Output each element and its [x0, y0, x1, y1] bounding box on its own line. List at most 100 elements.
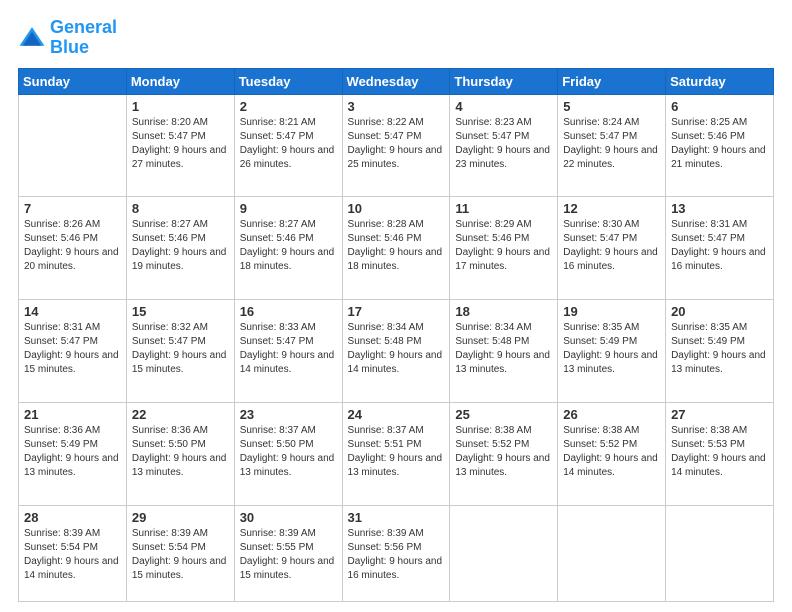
day-info: Sunrise: 8:39 AMSunset: 5:55 PMDaylight:… — [240, 527, 337, 583]
day-number: 15 — [132, 304, 229, 319]
day-number: 18 — [455, 304, 552, 319]
header: General Blue — [18, 18, 774, 58]
weekday-header-friday: Friday — [558, 68, 666, 94]
day-number: 4 — [455, 99, 552, 114]
day-number: 10 — [348, 201, 445, 216]
day-number: 23 — [240, 407, 337, 422]
calendar-cell: 13 Sunrise: 8:31 AMSunset: 5:47 PMDayligh… — [666, 197, 774, 300]
day-number: 6 — [671, 99, 768, 114]
logo: General Blue — [18, 18, 117, 58]
calendar-cell: 18 Sunrise: 8:34 AMSunset: 5:48 PMDayligh… — [450, 300, 558, 403]
day-info: Sunrise: 8:29 AMSunset: 5:46 PMDaylight:… — [455, 218, 552, 274]
calendar-cell: 27 Sunrise: 8:38 AMSunset: 5:53 PMDayligh… — [666, 403, 774, 506]
calendar-cell: 8 Sunrise: 8:27 AMSunset: 5:46 PMDaylight… — [126, 197, 234, 300]
calendar-cell: 31 Sunrise: 8:39 AMSunset: 5:56 PMDayligh… — [342, 506, 450, 602]
day-info: Sunrise: 8:39 AMSunset: 5:54 PMDaylight:… — [132, 527, 229, 583]
calendar-cell — [666, 506, 774, 602]
calendar-cell — [558, 506, 666, 602]
calendar-cell: 1Sunrise: 8:20 AMSunset: 5:47 PMDaylight… — [126, 94, 234, 197]
day-number: 30 — [240, 510, 337, 525]
calendar-cell: 9 Sunrise: 8:27 AMSunset: 5:46 PMDaylight… — [234, 197, 342, 300]
day-number: 26 — [563, 407, 660, 422]
day-number: 31 — [348, 510, 445, 525]
day-number: 27 — [671, 407, 768, 422]
day-info: Sunrise: 8:31 AMSunset: 5:47 PMDaylight:… — [671, 218, 768, 274]
day-number: 1 — [132, 99, 229, 114]
weekday-header-saturday: Saturday — [666, 68, 774, 94]
calendar-cell: 15Sunrise: 8:32 AMSunset: 5:47 PMDayligh… — [126, 300, 234, 403]
day-info: Sunrise: 8:22 AMSunset: 5:47 PMDaylight:… — [348, 116, 445, 172]
day-info: Sunrise: 8:36 AMSunset: 5:49 PMDaylight:… — [24, 424, 121, 480]
calendar-cell: 21Sunrise: 8:36 AMSunset: 5:49 PMDayligh… — [19, 403, 127, 506]
calendar-cell: 11 Sunrise: 8:29 AMSunset: 5:46 PMDayligh… — [450, 197, 558, 300]
day-number: 17 — [348, 304, 445, 319]
day-number: 9 — [240, 201, 337, 216]
calendar-cell: 16 Sunrise: 8:33 AMSunset: 5:47 PMDayligh… — [234, 300, 342, 403]
day-info: Sunrise: 8:27 AMSunset: 5:46 PMDaylight:… — [240, 218, 337, 274]
day-info: Sunrise: 8:33 AMSunset: 5:47 PMDaylight:… — [240, 321, 337, 377]
day-info: Sunrise: 8:37 AMSunset: 5:51 PMDaylight:… — [348, 424, 445, 480]
calendar-cell: 12Sunrise: 8:30 AMSunset: 5:47 PMDayligh… — [558, 197, 666, 300]
calendar-cell: 28 Sunrise: 8:39 AMSunset: 5:54 PMDayligh… — [19, 506, 127, 602]
day-info: Sunrise: 8:23 AMSunset: 5:47 PMDaylight:… — [455, 116, 552, 172]
calendar-cell: 14Sunrise: 8:31 AMSunset: 5:47 PMDayligh… — [19, 300, 127, 403]
day-info: Sunrise: 8:38 AMSunset: 5:52 PMDaylight:… — [455, 424, 552, 480]
day-info: Sunrise: 8:26 AMSunset: 5:46 PMDaylight:… — [24, 218, 121, 274]
day-number: 11 — [455, 201, 552, 216]
week-row-1: 7 Sunrise: 8:26 AMSunset: 5:46 PMDaylight… — [19, 197, 774, 300]
day-info: Sunrise: 8:24 AMSunset: 5:47 PMDaylight:… — [563, 116, 660, 172]
day-info: Sunrise: 8:27 AMSunset: 5:46 PMDaylight:… — [132, 218, 229, 274]
weekday-header-row: SundayMondayTuesdayWednesdayThursdayFrid… — [19, 68, 774, 94]
day-info: Sunrise: 8:36 AMSunset: 5:50 PMDaylight:… — [132, 424, 229, 480]
calendar-cell: 3Sunrise: 8:22 AMSunset: 5:47 PMDaylight… — [342, 94, 450, 197]
calendar-cell: 20Sunrise: 8:35 AMSunset: 5:49 PMDayligh… — [666, 300, 774, 403]
calendar-cell: 25 Sunrise: 8:38 AMSunset: 5:52 PMDayligh… — [450, 403, 558, 506]
day-info: Sunrise: 8:25 AMSunset: 5:46 PMDaylight:… — [671, 116, 768, 172]
day-number: 12 — [563, 201, 660, 216]
calendar-cell: 4 Sunrise: 8:23 AMSunset: 5:47 PMDaylight… — [450, 94, 558, 197]
calendar-cell: 7 Sunrise: 8:26 AMSunset: 5:46 PMDaylight… — [19, 197, 127, 300]
day-number: 8 — [132, 201, 229, 216]
day-info: Sunrise: 8:39 AMSunset: 5:56 PMDaylight:… — [348, 527, 445, 583]
week-row-4: 28 Sunrise: 8:39 AMSunset: 5:54 PMDayligh… — [19, 506, 774, 602]
weekday-header-monday: Monday — [126, 68, 234, 94]
day-info: Sunrise: 8:37 AMSunset: 5:50 PMDaylight:… — [240, 424, 337, 480]
week-row-2: 14Sunrise: 8:31 AMSunset: 5:47 PMDayligh… — [19, 300, 774, 403]
day-number: 7 — [24, 201, 121, 216]
calendar-cell: 23 Sunrise: 8:37 AMSunset: 5:50 PMDayligh… — [234, 403, 342, 506]
day-info: Sunrise: 8:39 AMSunset: 5:54 PMDaylight:… — [24, 527, 121, 583]
calendar-cell: 6 Sunrise: 8:25 AMSunset: 5:46 PMDaylight… — [666, 94, 774, 197]
calendar-cell: 19 Sunrise: 8:35 AMSunset: 5:49 PMDayligh… — [558, 300, 666, 403]
day-number: 22 — [132, 407, 229, 422]
day-info: Sunrise: 8:35 AMSunset: 5:49 PMDaylight:… — [563, 321, 660, 377]
calendar-cell: 17Sunrise: 8:34 AMSunset: 5:48 PMDayligh… — [342, 300, 450, 403]
calendar-cell: 30 Sunrise: 8:39 AMSunset: 5:55 PMDayligh… — [234, 506, 342, 602]
weekday-header-wednesday: Wednesday — [342, 68, 450, 94]
day-number: 29 — [132, 510, 229, 525]
week-row-0: 1Sunrise: 8:20 AMSunset: 5:47 PMDaylight… — [19, 94, 774, 197]
day-number: 19 — [563, 304, 660, 319]
weekday-header-thursday: Thursday — [450, 68, 558, 94]
day-number: 25 — [455, 407, 552, 422]
weekday-header-tuesday: Tuesday — [234, 68, 342, 94]
day-number: 14 — [24, 304, 121, 319]
day-number: 24 — [348, 407, 445, 422]
calendar-cell — [450, 506, 558, 602]
day-info: Sunrise: 8:34 AMSunset: 5:48 PMDaylight:… — [455, 321, 552, 377]
day-number: 5 — [563, 99, 660, 114]
calendar-cell: 2Sunrise: 8:21 AMSunset: 5:47 PMDaylight… — [234, 94, 342, 197]
calendar-cell: 24 Sunrise: 8:37 AMSunset: 5:51 PMDayligh… — [342, 403, 450, 506]
weekday-header-sunday: Sunday — [19, 68, 127, 94]
page: General Blue SundayMondayTuesdayWednesda… — [0, 0, 792, 612]
day-info: Sunrise: 8:28 AMSunset: 5:46 PMDaylight:… — [348, 218, 445, 274]
day-number: 13 — [671, 201, 768, 216]
day-info: Sunrise: 8:38 AMSunset: 5:53 PMDaylight:… — [671, 424, 768, 480]
week-row-3: 21Sunrise: 8:36 AMSunset: 5:49 PMDayligh… — [19, 403, 774, 506]
day-number: 2 — [240, 99, 337, 114]
calendar-cell — [19, 94, 127, 197]
day-number: 16 — [240, 304, 337, 319]
calendar-cell: 29 Sunrise: 8:39 AMSunset: 5:54 PMDayligh… — [126, 506, 234, 602]
calendar-cell: 26Sunrise: 8:38 AMSunset: 5:52 PMDayligh… — [558, 403, 666, 506]
day-number: 28 — [24, 510, 121, 525]
logo-text: General Blue — [50, 18, 117, 58]
